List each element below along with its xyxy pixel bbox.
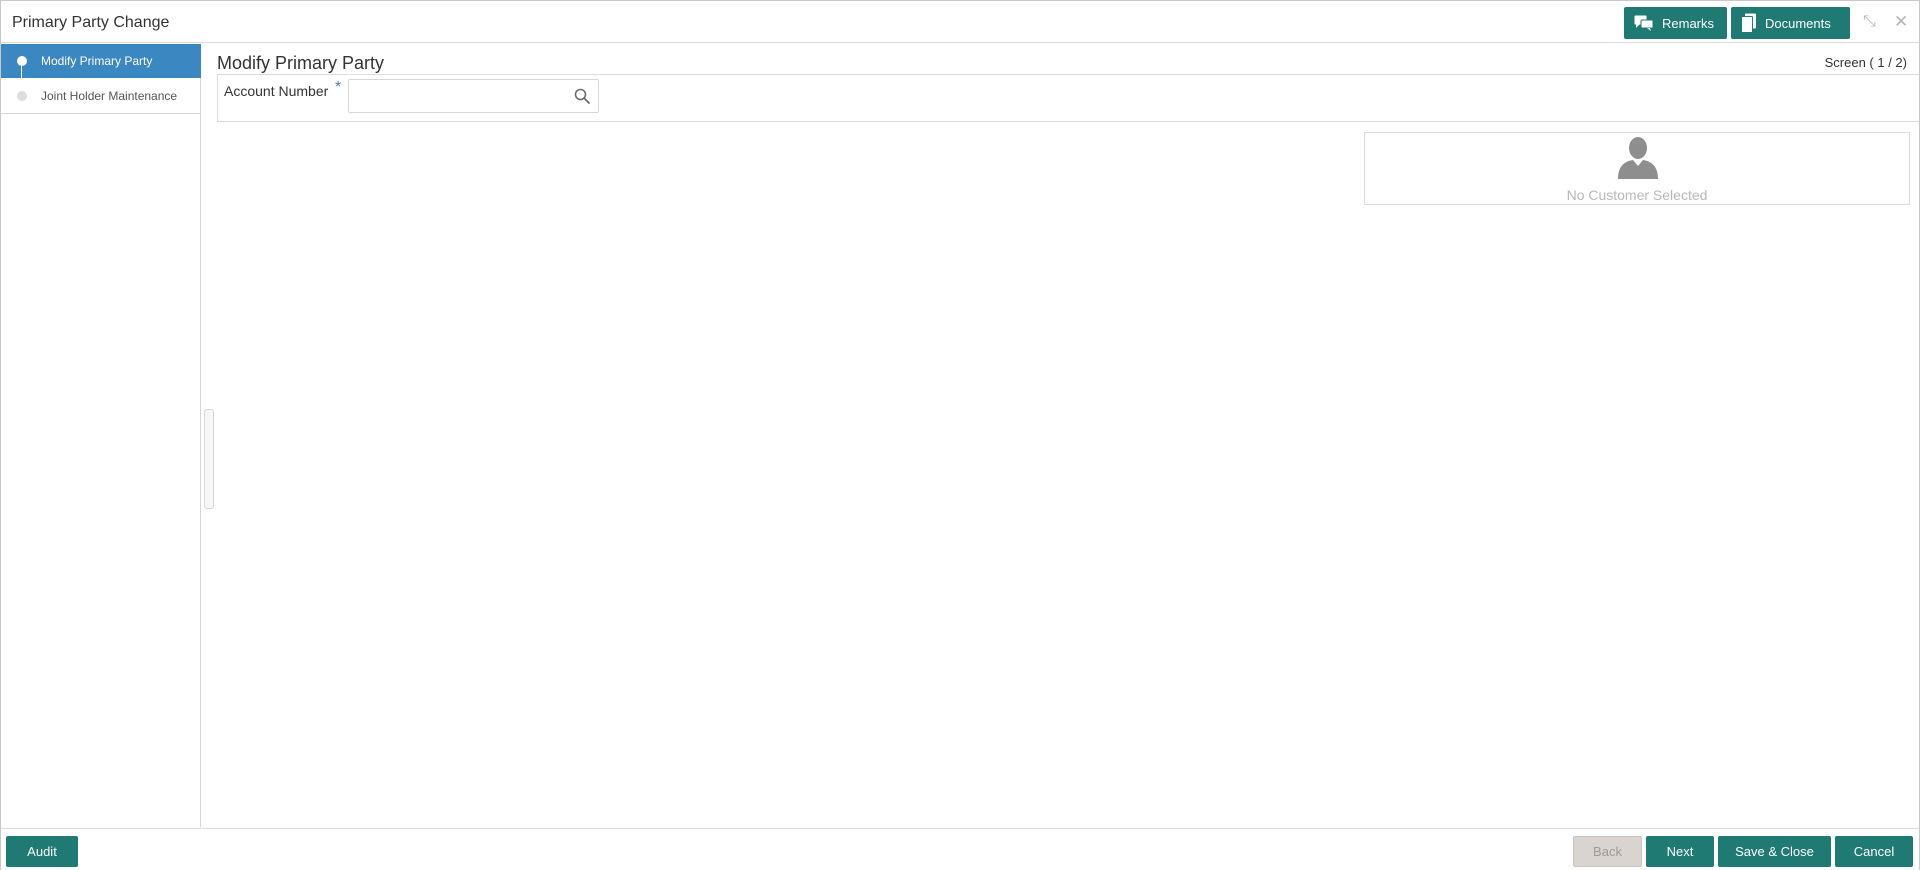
search-icon[interactable] xyxy=(574,88,590,109)
remarks-button[interactable]: Remarks xyxy=(1624,7,1727,39)
step-label: Modify Primary Party xyxy=(41,54,153,68)
account-number-input[interactable] xyxy=(349,80,569,112)
no-customer-text: No Customer Selected xyxy=(1566,187,1708,203)
app-title: Primary Party Change xyxy=(12,14,170,31)
step-indicator-dot xyxy=(17,56,27,66)
customer-card: No Customer Selected xyxy=(1364,132,1910,205)
step-indicator-dot xyxy=(17,91,27,101)
account-form-panel: Account Number * xyxy=(217,74,1919,122)
app-window: Primary Party Change Remarks Documents ⤡… xyxy=(0,0,1920,870)
remarks-label: Remarks xyxy=(1662,15,1715,31)
account-number-field xyxy=(348,79,599,113)
cancel-button[interactable]: Cancel xyxy=(1835,836,1913,867)
sidebar-step-joint-holder-maintenance[interactable]: Joint Holder Maintenance xyxy=(1,79,201,114)
close-icon[interactable]: ✕ xyxy=(1894,13,1908,31)
back-button[interactable]: Back xyxy=(1573,836,1642,867)
documents-icon xyxy=(1741,13,1757,33)
sidebar-resize-handle[interactable] xyxy=(204,409,214,509)
chat-bubbles-icon xyxy=(1634,15,1654,31)
audit-button[interactable]: Audit xyxy=(6,836,78,867)
step-label: Joint Holder Maintenance xyxy=(41,89,178,103)
next-button[interactable]: Next xyxy=(1646,836,1714,867)
sidebar-step-modify-primary-party[interactable]: Modify Primary Party xyxy=(1,44,201,92)
minimize-icon[interactable]: ⤡ xyxy=(1863,13,1876,31)
account-number-label: Account Number xyxy=(224,83,329,99)
page-title: Modify Primary Party xyxy=(217,53,385,73)
footer-bar: Audit Back Next Save & Close Cancel xyxy=(1,828,1919,870)
screen-indicator: Screen ( 1 / 2) xyxy=(1824,55,1907,70)
user-avatar-icon xyxy=(1616,135,1660,184)
save-and-close-button[interactable]: Save & Close xyxy=(1718,836,1831,867)
required-marker: * xyxy=(335,79,342,96)
documents-button[interactable]: Documents xyxy=(1731,7,1850,39)
header-bar: Primary Party Change Remarks Documents ⤡… xyxy=(1,1,1919,43)
step-sidebar: Modify Primary Party Joint Holder Mainte… xyxy=(1,44,201,827)
documents-label: Documents xyxy=(1765,15,1831,31)
